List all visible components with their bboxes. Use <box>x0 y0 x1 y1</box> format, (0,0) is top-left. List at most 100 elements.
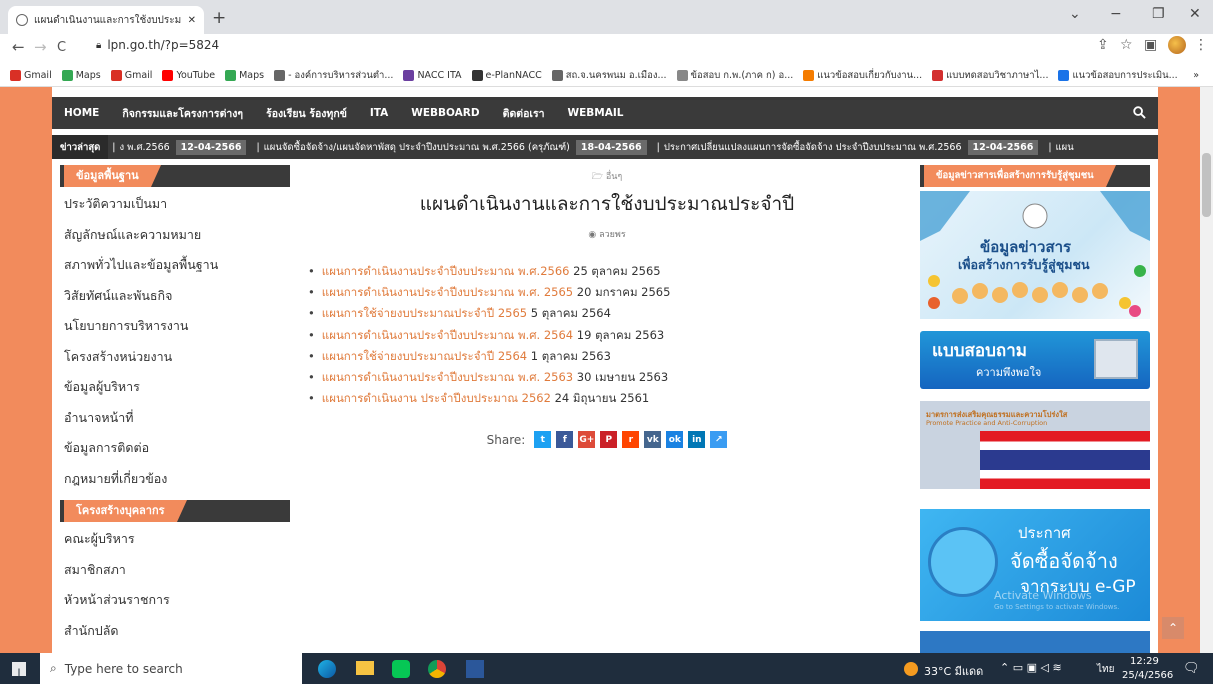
post-link[interactable]: แผนการดำเนินงานประจำปีงบประมาณ พ.ศ. 2563 <box>322 370 573 384</box>
sidebar-link[interactable]: ข้อมูลการติดต่อ <box>60 433 290 464</box>
post-category[interactable]: 🗁︎ อื่นๆ <box>298 169 916 185</box>
sidebar-link[interactable]: วิสัยทัศน์และพันธกิจ <box>60 281 290 312</box>
bookmark-item[interactable]: Maps <box>225 69 264 81</box>
share-button-3[interactable]: P <box>600 431 618 449</box>
survey-banner[interactable]: แบบสอบถาม ความพึงพอใจ <box>920 331 1150 389</box>
share-button-6[interactable]: ok <box>666 431 684 449</box>
nav-item-4[interactable]: WEBBOARD <box>411 107 479 119</box>
sidebar-link[interactable]: ประวัติความเป็นมา <box>60 189 290 220</box>
page-scrollbar[interactable] <box>1200 87 1213 653</box>
post-link[interactable]: แผนการดำเนินงานประจำปีงบประมาณ พ.ศ. 2565 <box>322 285 573 299</box>
nav-item-6[interactable]: WEBMAIL <box>568 107 624 119</box>
share-button-2[interactable]: G+ <box>578 431 596 449</box>
bookmark-item[interactable]: แนวข้อสอบเกี่ยวกับงาน... <box>803 68 922 83</box>
nav-item-1[interactable]: กิจกรรมและโครงการต่างๆ <box>122 105 243 122</box>
sidebar-link[interactable]: หัวหน้าส่วนราชการ <box>60 585 290 616</box>
search-icon[interactable] <box>1133 106 1146 119</box>
ticker-link[interactable]: ง พ.ศ.2566 <box>120 140 170 155</box>
scrollbar-thumb[interactable] <box>1202 153 1211 217</box>
tray-icons[interactable]: ⌃ ▭ ▣ ◁ ≋ <box>1000 661 1062 674</box>
profile-avatar[interactable] <box>1168 36 1186 54</box>
notifications-icon[interactable]: 🗨︎ <box>1183 661 1200 676</box>
weather-text[interactable]: 33°C มีแดด <box>924 662 983 680</box>
url-field[interactable]: 🔒︎ lpn.go.th/?p=5824 <box>96 38 219 52</box>
reload-icon[interactable]: C <box>57 40 66 55</box>
share-button-8[interactable]: ↗ <box>710 431 728 449</box>
bookmarks-more-icon[interactable]: » <box>1193 70 1199 81</box>
tab-search-icon[interactable]: ⌄ <box>1069 6 1081 22</box>
post-link[interactable]: แผนการใช้จ่ายงบประมาณประจำปี 2564 <box>322 349 527 363</box>
new-tab-button[interactable]: + <box>212 8 226 28</box>
chrome-icon[interactable] <box>428 660 446 678</box>
share-button-1[interactable]: f <box>556 431 574 449</box>
next-banner[interactable] <box>920 631 1150 653</box>
sidebar-link[interactable]: คณะผู้บริหาร <box>60 524 290 555</box>
windows-start-icon[interactable] <box>12 662 26 676</box>
ticker-link[interactable]: ประกาศเปลี่ยนแปลงแผนการจัดซื้อจัดจ้าง ปร… <box>664 140 962 155</box>
close-window-button[interactable]: ✕ <box>1189 6 1201 22</box>
nav-item-2[interactable]: ร้องเรียน ร้องทุกข์ <box>266 105 347 122</box>
sidebar-link[interactable]: สำนักปลัด <box>60 616 290 647</box>
bookmark-item[interactable]: e-PlanNACC <box>471 69 542 81</box>
maximize-button[interactable]: ❐ <box>1152 6 1165 22</box>
sidebar-icon[interactable]: ▣ <box>1144 37 1157 53</box>
file-explorer-icon[interactable] <box>356 661 374 675</box>
bookmark-label: Gmail <box>24 69 52 81</box>
sidebar-link[interactable]: โครงสร้างหน่วยงาน <box>60 342 290 373</box>
edge-icon[interactable] <box>318 660 336 678</box>
bookmark-item[interactable]: - องค์การบริหารส่วนตำ... <box>274 68 393 83</box>
nav-item-0[interactable]: HOME <box>64 107 99 119</box>
egp-banner[interactable]: ประกาศ จัดซื้อจัดจ้าง จากระบบ e-GP Activ… <box>920 509 1150 621</box>
bookmark-item[interactable]: Gmail <box>10 69 52 81</box>
share-button-5[interactable]: vk <box>644 431 662 449</box>
post-link[interactable]: แผนการดำเนินงานประจำปีงบประมาณ พ.ศ.2566 <box>322 264 570 278</box>
input-language[interactable]: ไทย <box>1097 662 1114 677</box>
bookmark-label: แบบทดสอบวิชาภาษาไ... <box>946 69 1049 81</box>
word-icon[interactable] <box>466 660 484 678</box>
bookmark-favicon-icon <box>110 69 122 81</box>
task-view-icon[interactable]: ⧉ <box>282 660 291 675</box>
sidebar-link[interactable]: กฎหมายที่เกี่ยวข้อง <box>60 464 290 495</box>
clock-date[interactable]: 25/4/2566 <box>1122 670 1173 681</box>
menu-icon[interactable]: ⋮ <box>1194 37 1208 53</box>
post-link[interactable]: แผนการใช้จ่ายงบประมาณประจำปี 2565 <box>322 306 527 320</box>
bookmark-item[interactable]: แนวข้อสอบการประเมิน... <box>1058 68 1178 83</box>
share-button-4[interactable]: r <box>622 431 640 449</box>
forward-icon[interactable]: → <box>34 38 47 56</box>
integrity-banner[interactable]: มาตรการส่งเสริมคุณธรรมและความโปร่งใส Pro… <box>920 401 1150 489</box>
bookmark-item[interactable]: YouTube <box>162 69 215 81</box>
minimize-button[interactable]: − <box>1110 6 1122 22</box>
public-info-banner[interactable]: ข้อมูลข่าวสาร เพื่อสร้างการรับรู้สู่ชุมช… <box>920 191 1150 319</box>
bookmark-item[interactable]: แบบทดสอบวิชาภาษาไ... <box>932 68 1048 83</box>
share-button-7[interactable]: in <box>688 431 706 449</box>
garuda-emblem <box>928 527 998 597</box>
bookmark-label: ข้อสอบ ก.พ.(ภาค ก) อ... <box>690 69 794 81</box>
back-to-top-button[interactable]: ⌃ <box>1162 617 1184 639</box>
share-page-icon[interactable]: ⇪ <box>1097 37 1109 53</box>
clock-time[interactable]: 12:29 <box>1130 656 1159 667</box>
sidebar-link[interactable]: สภาพทั่วไปและข้อมูลพื้นฐาน <box>60 250 290 281</box>
share-button-0[interactable]: t <box>534 431 552 449</box>
bookmark-item[interactable]: Maps <box>61 69 101 81</box>
taskbar-search-box[interactable]: ⌕ Type here to search <box>40 653 302 684</box>
post-link[interactable]: แผนการดำเนินงานประจำปีงบประมาณ พ.ศ. 2564 <box>322 328 573 342</box>
bookmark-item[interactable]: สถ.จ.นครพนม อ.เมือง... <box>551 68 667 83</box>
back-icon[interactable]: ← <box>12 38 25 56</box>
nav-item-3[interactable]: ITA <box>370 107 388 119</box>
sidebar-link[interactable]: ข้อมูลผู้บริหาร <box>60 372 290 403</box>
bookmark-item[interactable]: Gmail <box>110 69 152 81</box>
bookmark-item[interactable]: ข้อสอบ ก.พ.(ภาค ก) อ... <box>676 68 794 83</box>
line-app-icon[interactable] <box>392 660 410 678</box>
ticker-link[interactable]: แผน <box>1056 140 1074 155</box>
ticker-link[interactable]: แผนจัดซื้อจัดจ้าง/แผนจัดหาพัสดุ ประจำปีง… <box>264 140 570 155</box>
sidebar-link[interactable]: อำนาจหน้าที่ <box>60 403 290 434</box>
bookmark-item[interactable]: NACC ITA <box>403 69 462 81</box>
close-tab-icon[interactable]: ✕ <box>188 15 196 26</box>
post-link[interactable]: แผนการดำเนินงาน ประจำปีงบประมาณ 2562 <box>322 391 551 405</box>
browser-tab[interactable]: แผนดำเนินงานและการใช้งบประมาณป่ะ ✕ <box>8 6 204 34</box>
nav-item-5[interactable]: ติดต่อเรา <box>503 105 545 122</box>
bookmark-star-icon[interactable]: ☆ <box>1120 37 1133 53</box>
sidebar-link[interactable]: สมาชิกสภา <box>60 555 290 586</box>
sidebar-link[interactable]: สัญลักษณ์และความหมาย <box>60 220 290 251</box>
sidebar-link[interactable]: นโยบายการบริหารงาน <box>60 311 290 342</box>
